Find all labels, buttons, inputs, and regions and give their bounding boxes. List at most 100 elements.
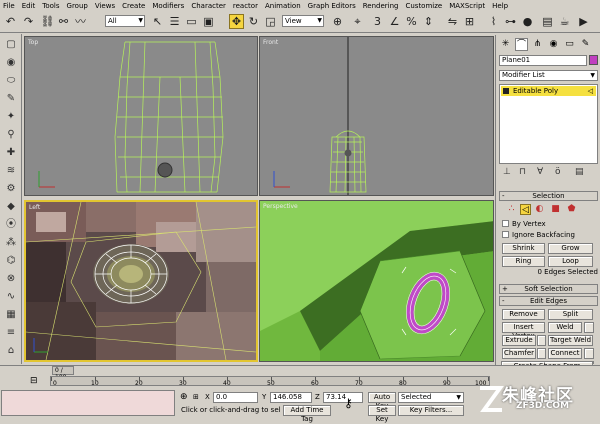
open-mini-curve-editor-icon[interactable]: ⊟: [30, 376, 44, 386]
cylinder-icon[interactable]: ⬭: [4, 74, 18, 88]
add-time-tag-button[interactable]: Add Time Tag: [283, 405, 331, 423]
select-by-name-icon[interactable]: ☰: [167, 14, 182, 29]
time-slider[interactable]: 0 / 100: [52, 366, 74, 381]
camera-icon[interactable]: ⚲: [4, 128, 18, 142]
curve-editor-icon[interactable]: ⌇: [486, 14, 501, 29]
auto-key-button[interactable]: Auto Key: [368, 392, 396, 410]
systems-icon[interactable]: ⚙: [4, 182, 18, 196]
viewport-front[interactable]: Front: [259, 36, 494, 196]
reference-coord-dropdown[interactable]: View ▼: [282, 15, 324, 27]
key-filters-button[interactable]: Key Filters...: [398, 405, 464, 416]
remove-button[interactable]: Remove: [502, 309, 545, 320]
select-manipulate-icon[interactable]: ⌖: [350, 14, 365, 29]
object-color-swatch[interactable]: [589, 55, 598, 65]
select-link-icon[interactable]: ⛓: [40, 14, 55, 29]
percent-snap-icon[interactable]: %: [404, 14, 419, 29]
motion-tab-icon[interactable]: ◉: [547, 38, 560, 51]
x-coordinate-field[interactable]: 0.0: [213, 392, 258, 403]
show-end-result-icon[interactable]: ⊓: [519, 167, 526, 177]
remove-modifier-icon[interactable]: ö: [555, 167, 561, 177]
bone-icon[interactable]: ⦿: [4, 218, 18, 232]
render-last-icon[interactable]: ▶: [576, 14, 591, 29]
lock-selection-icon[interactable]: ⊕: [180, 392, 188, 402]
menu-maxscript[interactable]: MAXScript: [449, 2, 485, 10]
render-scene-icon[interactable]: ▤: [540, 14, 555, 29]
select-scale-icon[interactable]: ◲: [263, 14, 278, 29]
light-icon[interactable]: ✦: [4, 110, 18, 124]
extrude-settings-button[interactable]: [537, 335, 546, 346]
spinner-snap-icon[interactable]: ⇕: [421, 14, 436, 29]
schematic-view-icon[interactable]: ⊶: [503, 14, 518, 29]
menu-help[interactable]: Help: [492, 2, 508, 10]
key-mode-dropdown[interactable]: Selected ▼: [398, 392, 464, 403]
modifier-list-dropdown[interactable]: Modifier List ▼: [499, 70, 598, 81]
make-unique-icon[interactable]: ∀: [537, 167, 543, 177]
edit-edges-rollout-header[interactable]: - Edit Edges: [499, 296, 598, 306]
chamfer-button[interactable]: Chamfer: [502, 348, 536, 359]
selection-rollout-header[interactable]: - Selection: [499, 191, 598, 201]
viewport-perspective[interactable]: Perspective: [259, 200, 494, 362]
menu-graph-editors[interactable]: Graph Editors: [308, 2, 356, 10]
key-icon[interactable]: ⚷: [344, 396, 353, 410]
element-mode-icon[interactable]: ⬟: [566, 204, 577, 215]
viewport-label[interactable]: Left: [29, 204, 40, 211]
snaps-toggle-icon[interactable]: 3: [370, 14, 385, 29]
nurbs-icon[interactable]: ∿: [4, 290, 18, 304]
angle-snap-icon[interactable]: ∠: [387, 14, 402, 29]
loop-button[interactable]: Loop: [548, 256, 593, 267]
display-tab-icon[interactable]: ▭: [563, 38, 576, 51]
hierarchy-tab-icon[interactable]: ⋔: [531, 38, 544, 51]
menu-animation[interactable]: Animation: [265, 2, 301, 10]
modifier-icon[interactable]: ◆: [4, 200, 18, 214]
align-icon[interactable]: ⊞: [462, 14, 477, 29]
create-tab-icon[interactable]: ✳: [499, 38, 512, 51]
menu-views[interactable]: Views: [95, 2, 115, 10]
menu-create[interactable]: Create: [122, 2, 145, 10]
menu-edit[interactable]: Edit: [22, 2, 36, 10]
menu-character[interactable]: Character: [191, 2, 226, 10]
object-name-field[interactable]: Plane01: [499, 55, 587, 66]
light-bulb-icon[interactable]: [503, 88, 509, 94]
modify-tab-icon[interactable]: ⌒: [515, 38, 528, 51]
ring-button[interactable]: Ring: [502, 256, 545, 267]
menu-rendering[interactable]: Rendering: [363, 2, 399, 10]
menu-group[interactable]: Group: [67, 2, 88, 10]
mirror-icon[interactable]: ⇋: [445, 14, 460, 29]
cloth-icon[interactable]: ⌂: [4, 344, 18, 358]
grow-button[interactable]: Grow: [548, 243, 593, 254]
target-weld-button[interactable]: Target Weld: [548, 335, 593, 346]
border-mode-icon[interactable]: ◐: [534, 204, 545, 215]
connect-settings-button[interactable]: [584, 348, 594, 359]
connect-button[interactable]: Connect: [548, 348, 582, 359]
viewport-label[interactable]: Top: [28, 39, 38, 46]
viewport-label[interactable]: Front: [263, 39, 278, 46]
menu-customize[interactable]: Customize: [405, 2, 442, 10]
chamfer-settings-button[interactable]: [537, 348, 546, 359]
select-rotate-icon[interactable]: ↻: [246, 14, 261, 29]
patch-icon[interactable]: ▦: [4, 308, 18, 322]
split-button[interactable]: Split: [548, 309, 593, 320]
soft-selection-rollout-header[interactable]: + Soft Selection: [499, 284, 598, 294]
undo-icon[interactable]: ↶: [3, 14, 18, 29]
menu-modifiers[interactable]: Modifiers: [152, 2, 184, 10]
box-icon[interactable]: ▢: [4, 38, 18, 52]
boolean-icon[interactable]: ⊗: [4, 272, 18, 286]
selection-filter-dropdown[interactable]: All ▼: [105, 15, 145, 27]
insert-vertex-button[interactable]: Insert Vertex: [502, 322, 545, 340]
viewport-label[interactable]: Perspective: [263, 203, 298, 210]
hair-icon[interactable]: ≡: [4, 326, 18, 340]
menu-reactor[interactable]: reactor: [233, 2, 258, 10]
utilities-tab-icon[interactable]: ✎: [579, 38, 592, 51]
by-vertex-checkbox[interactable]: [502, 220, 509, 227]
weld-button[interactable]: Weld: [548, 322, 582, 333]
menu-tools[interactable]: Tools: [42, 2, 59, 10]
set-key-button[interactable]: Set Key: [368, 405, 396, 423]
material-editor-icon[interactable]: ●: [520, 14, 535, 29]
y-coordinate-field[interactable]: 146.058: [270, 392, 312, 403]
configure-sets-icon[interactable]: ▤: [575, 167, 584, 177]
shapes-icon[interactable]: ✎: [4, 92, 18, 106]
loft-icon[interactable]: ⌬: [4, 254, 18, 268]
select-move-icon[interactable]: ✥: [229, 14, 244, 29]
quick-render-icon[interactable]: ☕: [557, 14, 572, 29]
ignore-backfacing-checkbox[interactable]: [502, 231, 509, 238]
